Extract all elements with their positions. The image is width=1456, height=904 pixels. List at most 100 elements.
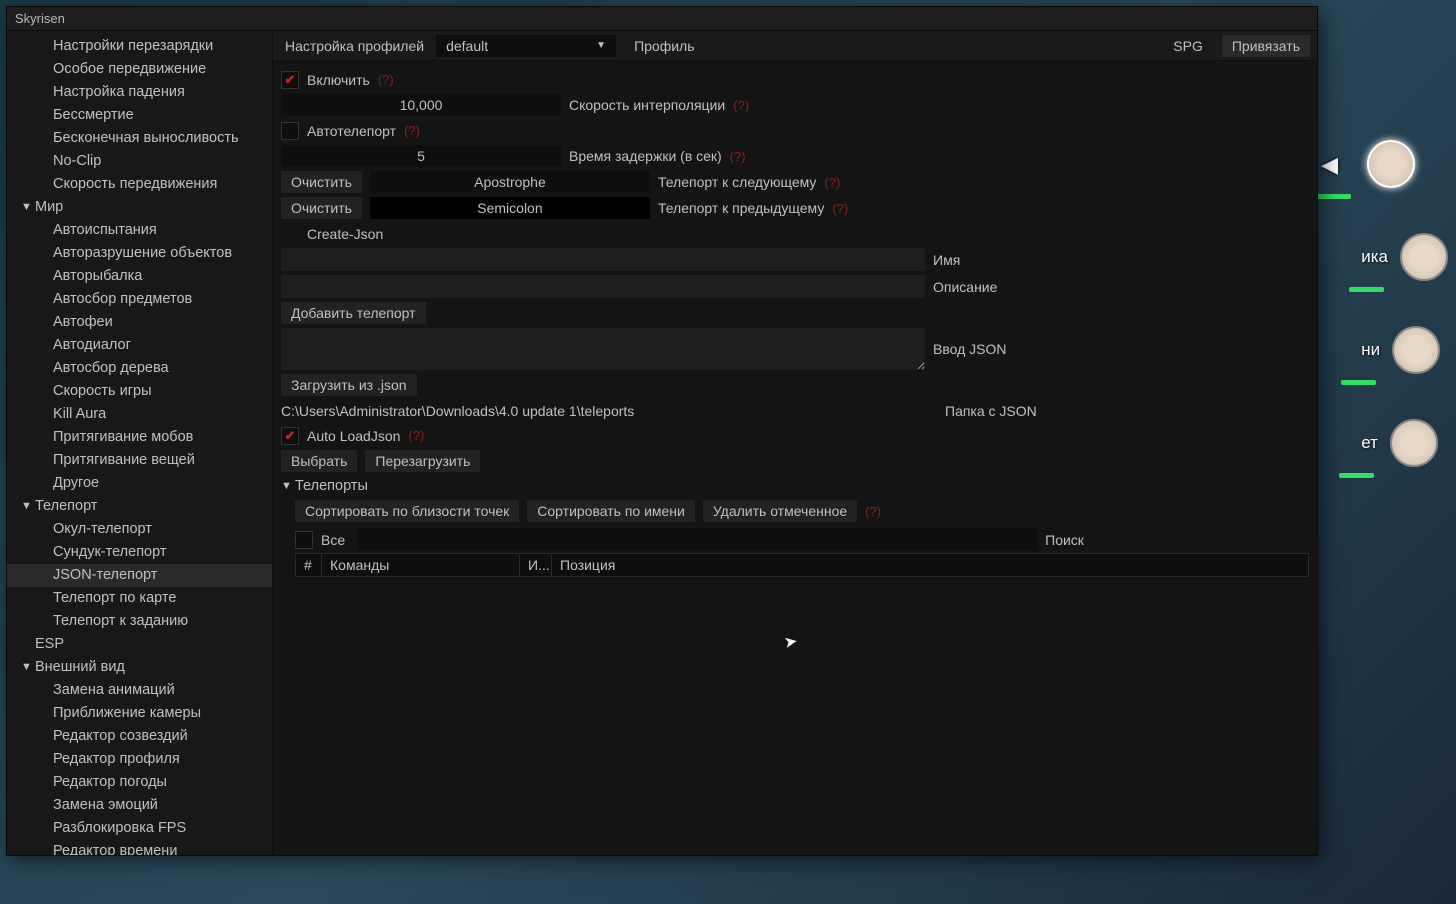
profile-combo[interactable]: default ▼: [436, 35, 616, 57]
sidebar-item[interactable]: Окул-телепорт: [7, 518, 272, 541]
interp-input[interactable]: [281, 94, 561, 116]
autoteleport-label: Автотелепорт: [307, 123, 396, 139]
key-prev-display[interactable]: Semicolon: [370, 197, 650, 219]
sidebar-item[interactable]: Скорость передвижения: [7, 173, 272, 196]
clear-prev-button[interactable]: Очистить: [281, 197, 362, 219]
header-bar: Настройка профилей default ▼ Профиль SPG…: [273, 31, 1317, 61]
sidebar-item[interactable]: Телепорт по карте: [7, 587, 272, 610]
teleports-section[interactable]: ▼ Телепорты: [281, 474, 1309, 498]
sidebar-item[interactable]: Автосбор дерева: [7, 357, 272, 380]
party-panel: ика ни ет: [1361, 140, 1448, 467]
sidebar-item[interactable]: Притягивание мобов: [7, 426, 272, 449]
sidebar-group-world[interactable]: ▼Мир: [7, 196, 272, 219]
sidebar-item[interactable]: Настройки перезарядки: [7, 35, 272, 58]
help-icon[interactable]: (?): [408, 428, 424, 443]
sidebar-item[interactable]: Автосбор предметов: [7, 288, 272, 311]
help-icon[interactable]: (?): [404, 123, 420, 138]
help-icon[interactable]: (?): [865, 504, 881, 519]
spg-label: SPG: [1161, 34, 1215, 58]
delay-label: Время задержки (в сек): [569, 148, 722, 164]
sidebar-item[interactable]: Редактор созвездий: [7, 725, 272, 748]
col-position[interactable]: Позиция: [552, 554, 1308, 576]
bind-button[interactable]: Привязать: [1221, 34, 1311, 58]
party-label-3: ни: [1361, 340, 1380, 360]
sidebar-item[interactable]: Другое: [7, 472, 272, 495]
help-icon[interactable]: (?): [730, 149, 746, 164]
caret-down-icon: ▼: [281, 480, 295, 492]
sidebar-item[interactable]: Редактор времени: [7, 840, 272, 855]
cheat-window: Skyrisen Настройки перезарядки Особое пе…: [6, 6, 1318, 856]
sidebar-item[interactable]: Автофеи: [7, 311, 272, 334]
all-label: Все: [313, 529, 353, 551]
sidebar-group-teleport[interactable]: ▼Телепорт: [7, 495, 272, 518]
load-json-button[interactable]: Загрузить из .json: [281, 374, 417, 396]
autoload-checkbox[interactable]: [281, 427, 299, 445]
caret-down-icon: ▼: [21, 658, 35, 677]
help-icon[interactable]: (?): [378, 72, 394, 87]
delay-input[interactable]: [281, 145, 561, 167]
sidebar-item-json-teleport[interactable]: JSON-телепорт: [7, 564, 272, 587]
sidebar[interactable]: Настройки перезарядки Особое передвижени…: [7, 31, 273, 855]
sidebar-item[interactable]: Авторазрушение объектов: [7, 242, 272, 265]
sidebar-item[interactable]: Особое передвижение: [7, 58, 272, 81]
sidebar-item[interactable]: Редактор профиля: [7, 748, 272, 771]
sidebar-item[interactable]: No-Clip: [7, 150, 272, 173]
name-input[interactable]: [281, 248, 925, 271]
sidebar-item[interactable]: Скорость игры: [7, 380, 272, 403]
caret-down-icon: ▼: [21, 198, 35, 217]
delete-marked-button[interactable]: Удалить отмеченное: [703, 500, 857, 522]
sidebar-item[interactable]: Притягивание вещей: [7, 449, 272, 472]
select-button[interactable]: Выбрать: [281, 450, 357, 472]
col-commands[interactable]: Команды: [322, 554, 520, 576]
sidebar-item[interactable]: Бесконечная выносливость: [7, 127, 272, 150]
teleport-search-input[interactable]: [357, 528, 1037, 551]
key-next-display[interactable]: Apostrophe: [370, 171, 650, 193]
sidebar-item[interactable]: Бессмертие: [7, 104, 272, 127]
autoteleport-checkbox[interactable]: [281, 122, 299, 140]
select-all-checkbox[interactable]: [295, 531, 313, 549]
clear-next-button[interactable]: Очистить: [281, 171, 362, 193]
title-bar[interactable]: Skyrisen: [7, 7, 1317, 31]
caret-down-icon: ▼: [21, 497, 35, 516]
sidebar-item[interactable]: Замена анимаций: [7, 679, 272, 702]
party-label-4: ет: [1361, 433, 1378, 453]
sidebar-item[interactable]: Авторыбалка: [7, 265, 272, 288]
sidebar-item[interactable]: Приближение камеры: [7, 702, 272, 725]
sidebar-item[interactable]: Телепорт к заданию: [7, 610, 272, 633]
enable-checkbox[interactable]: [281, 71, 299, 89]
window-title: Skyrisen: [15, 11, 65, 26]
sidebar-group-visual[interactable]: ▼Внешний вид: [7, 656, 272, 679]
col-i[interactable]: И...: [520, 554, 552, 576]
sidebar-item[interactable]: Автодиалог: [7, 334, 272, 357]
party-slot-4[interactable]: ет: [1361, 419, 1448, 467]
teleports-section-label: Телепорты: [295, 478, 368, 494]
sidebar-item[interactable]: Разблокировка FPS: [7, 817, 272, 840]
sidebar-item[interactable]: Редактор погоды: [7, 771, 272, 794]
add-teleport-button[interactable]: Добавить телепорт: [281, 302, 426, 324]
help-icon[interactable]: (?): [832, 201, 848, 216]
sidebar-item[interactable]: Замена эмоций: [7, 794, 272, 817]
chevron-down-icon: ▼: [596, 40, 606, 51]
desc-input[interactable]: [281, 275, 925, 298]
sidebar-item[interactable]: Kill Aura: [7, 403, 272, 426]
party-arrow-icon[interactable]: ◀: [1321, 152, 1338, 178]
sort-proximity-button[interactable]: Сортировать по близости точек: [295, 500, 519, 522]
desc-label: Описание: [933, 279, 997, 295]
sidebar-item-esp[interactable]: ESP: [7, 633, 272, 656]
create-json-label: Create-Json: [307, 226, 383, 242]
party-slot-2[interactable]: ика: [1361, 233, 1448, 281]
help-icon[interactable]: (?): [733, 98, 749, 113]
reload-button[interactable]: Перезагрузить: [365, 450, 480, 472]
party-slot-3[interactable]: ни: [1361, 326, 1448, 374]
autoload-label: Auto LoadJson: [307, 428, 400, 444]
col-num[interactable]: #: [296, 554, 322, 576]
json-input[interactable]: [281, 328, 925, 370]
sidebar-item[interactable]: Сундук-телепорт: [7, 541, 272, 564]
help-icon[interactable]: (?): [824, 175, 840, 190]
enable-label: Включить: [307, 72, 370, 88]
sidebar-item[interactable]: Автоиспытания: [7, 219, 272, 242]
profile-settings-label: Настройка профилей: [273, 34, 436, 58]
sidebar-item[interactable]: Настройка падения: [7, 81, 272, 104]
party-slot-1[interactable]: [1361, 140, 1448, 188]
sort-name-button[interactable]: Сортировать по имени: [527, 500, 695, 522]
